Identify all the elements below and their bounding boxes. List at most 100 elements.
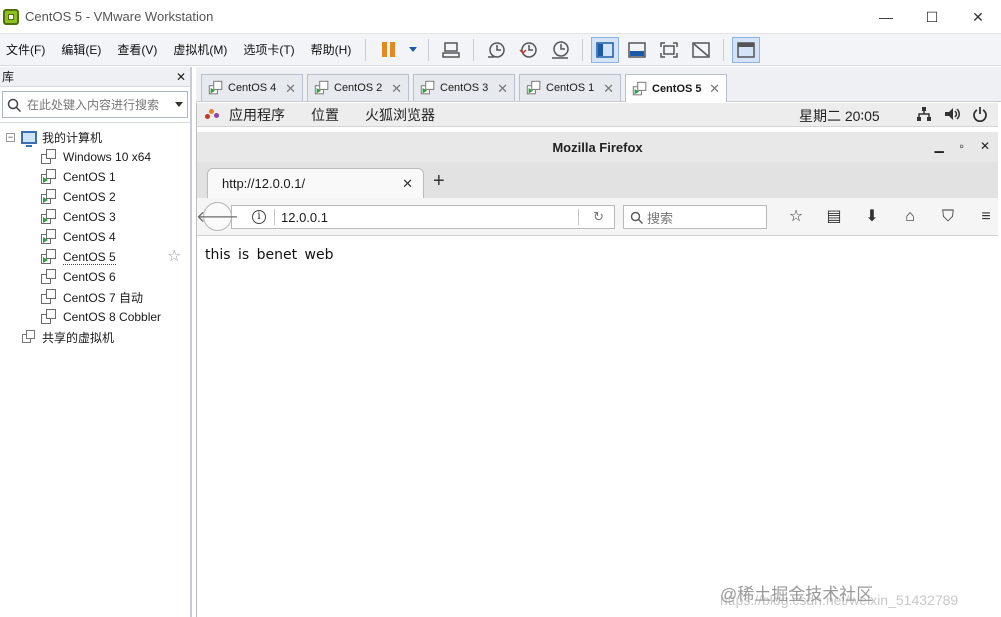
menu-applications[interactable]: 应用程序 (229, 105, 285, 125)
close-window-button[interactable]: ✕ (955, 0, 1001, 34)
url-text: 12.0.0.1 (281, 209, 328, 225)
tab-centos-5[interactable]: CentOS 5 ✕ (625, 74, 727, 102)
vm-label: CentOS 6 (63, 270, 116, 284)
firefox-tab[interactable]: http://12.0.0.1/ ✕ (207, 168, 424, 198)
network-icon[interactable] (916, 106, 932, 122)
tab-label: CentOS 1 (546, 82, 595, 94)
tree-vm-item[interactable]: CentOS 4 (0, 227, 190, 247)
tree-root-label: 我的计算机 (42, 130, 103, 145)
send-ctrl-alt-del-button[interactable] (437, 37, 465, 63)
menu-view[interactable]: 查看(V) (109, 34, 165, 66)
vmware-app-icon (3, 8, 19, 25)
console-view-button[interactable] (732, 36, 761, 63)
close-icon[interactable]: ✕ (497, 81, 508, 97)
url-bar[interactable]: i 12.0.0.1 ↻ (231, 205, 615, 229)
power-icon[interactable] (972, 106, 988, 122)
library-search-input[interactable]: 在此处键入内容进行搜索 (2, 91, 188, 118)
guest-console[interactable]: 应用程序 位置 火狐浏览器 星期二 20∶05 Mozilla Firefox … (196, 103, 998, 617)
close-icon[interactable]: ✕ (285, 81, 296, 97)
tab-centos-3[interactable]: CentOS 3 ✕ (413, 74, 515, 101)
vm-running-icon (41, 249, 57, 265)
snapshot-clock-icon (488, 41, 506, 58)
vm-tab-strip: CentOS 4 ✕ CentOS 2 ✕ CentOS 3 ✕ CentOS 1 ✕ … (196, 67, 1001, 102)
chevron-down-icon (409, 47, 418, 52)
home-icon[interactable]: ⌂ (891, 207, 929, 227)
tree-root-my-computer[interactable]: − 我的计算机 (0, 127, 190, 147)
new-tab-button[interactable]: + (433, 171, 445, 191)
firefox-minimize-button[interactable]: ▁ (934, 139, 943, 153)
menu-firefox[interactable]: 火狐浏览器 (365, 105, 435, 125)
menu-vm[interactable]: 虚拟机(M) (165, 34, 235, 66)
tab-label: CentOS 2 (334, 82, 383, 94)
thumbnail-bar-icon (628, 41, 647, 58)
vm-icon (41, 289, 57, 305)
tree-vm-item[interactable]: CentOS 2 (0, 187, 190, 207)
vm-running-icon (41, 189, 57, 205)
pocket-icon[interactable]: ⛉ (929, 207, 967, 227)
bookmark-star-icon[interactable]: ☆ (777, 207, 815, 227)
tree-vm-item[interactable]: CentOS 6 (0, 267, 190, 287)
tree-vm-item[interactable]: CentOS 8 Cobbler (0, 307, 190, 327)
gnome-clock[interactable]: 星期二 20∶05 (799, 106, 880, 126)
close-icon[interactable]: ✕ (402, 176, 413, 192)
firefox-maximize-button[interactable]: ▫ (960, 139, 964, 153)
vm-running-icon (632, 81, 647, 95)
tree-shared-vms[interactable]: 共享的虚拟机 (0, 327, 190, 347)
maximize-button[interactable]: ☐ (909, 0, 955, 34)
power-dropdown-button[interactable] (406, 37, 420, 63)
tab-label: CentOS 5 (652, 82, 702, 95)
minimize-button[interactable]: — (863, 0, 909, 34)
tab-centos-2[interactable]: CentOS 2 ✕ (307, 74, 409, 101)
menu-help[interactable]: 帮助(H) (303, 34, 360, 66)
snapshot-manager-button[interactable] (546, 37, 574, 63)
take-snapshot-button[interactable] (482, 37, 510, 63)
full-screen-button[interactable] (655, 37, 683, 63)
revert-snapshot-button[interactable] (514, 37, 542, 63)
vm-icon (41, 149, 57, 165)
reload-icon[interactable]: ↻ (593, 209, 604, 225)
tree-vm-item[interactable]: CentOS 1 (0, 167, 190, 187)
tree-vm-item[interactable]: Windows 10 x64 (0, 147, 190, 167)
toolbar-separator (473, 38, 475, 61)
tree-vm-item[interactable]: CentOS 7 自动 (0, 287, 190, 307)
star-icon[interactable]: ☆ (167, 248, 181, 266)
library-close-button[interactable]: ✕ (176, 70, 186, 84)
unity-button[interactable] (687, 37, 715, 63)
library-pane: 库 ✕ 在此处键入内容进行搜索 − 我的计算机 Windows 10 x64 C… (0, 67, 192, 617)
menu-file[interactable]: 文件(F) (0, 34, 53, 66)
menu-edit[interactable]: 编辑(E) (53, 34, 109, 66)
vm-icon (41, 269, 57, 285)
menu-places[interactable]: 位置 (311, 105, 339, 125)
info-icon[interactable]: i (252, 210, 266, 224)
show-library-button[interactable] (591, 36, 620, 63)
firefox-close-button[interactable]: ✕ (980, 139, 990, 153)
firefox-tab-title: http://12.0.0.1/ (222, 176, 306, 191)
tab-centos-1[interactable]: CentOS 1 ✕ (519, 74, 621, 101)
close-icon[interactable]: ✕ (603, 81, 614, 97)
shared-vms-label: 共享的虚拟机 (42, 330, 115, 345)
vm-label: CentOS 7 自动 (63, 290, 144, 305)
menu-tabs[interactable]: 选项卡(T) (235, 34, 302, 66)
reader-list-icon[interactable]: ▤ (815, 207, 853, 227)
show-thumbnail-bar-button[interactable] (623, 37, 651, 63)
collapse-toggle[interactable]: − (6, 132, 15, 142)
tree-vm-item[interactable]: CentOS 3 (0, 207, 190, 227)
back-button[interactable]: 🡐 (196, 202, 239, 231)
chevron-down-icon[interactable] (175, 102, 183, 107)
vm-label: CentOS 2 (63, 190, 116, 204)
tree-vm-item-selected[interactable]: CentOS 5 ☆ (0, 247, 190, 267)
network-computer-icon (442, 41, 461, 58)
close-icon[interactable]: ✕ (391, 81, 402, 97)
arrow-left-icon: 🡐 (196, 209, 239, 226)
search-input[interactable]: 搜索 (623, 205, 767, 229)
pause-vm-button[interactable] (374, 37, 402, 63)
download-icon[interactable]: ⬇ (853, 207, 891, 227)
hamburger-menu-icon[interactable]: ≡ (967, 207, 1001, 227)
vm-running-icon (41, 169, 57, 185)
close-icon[interactable]: ✕ (709, 81, 720, 97)
vm-running-icon (41, 229, 57, 245)
volume-icon[interactable] (944, 106, 960, 122)
vm-running-icon (314, 80, 329, 95)
window-title: CentOS 5 - VMware Workstation (25, 9, 214, 24)
tab-centos-4[interactable]: CentOS 4 ✕ (201, 74, 303, 101)
